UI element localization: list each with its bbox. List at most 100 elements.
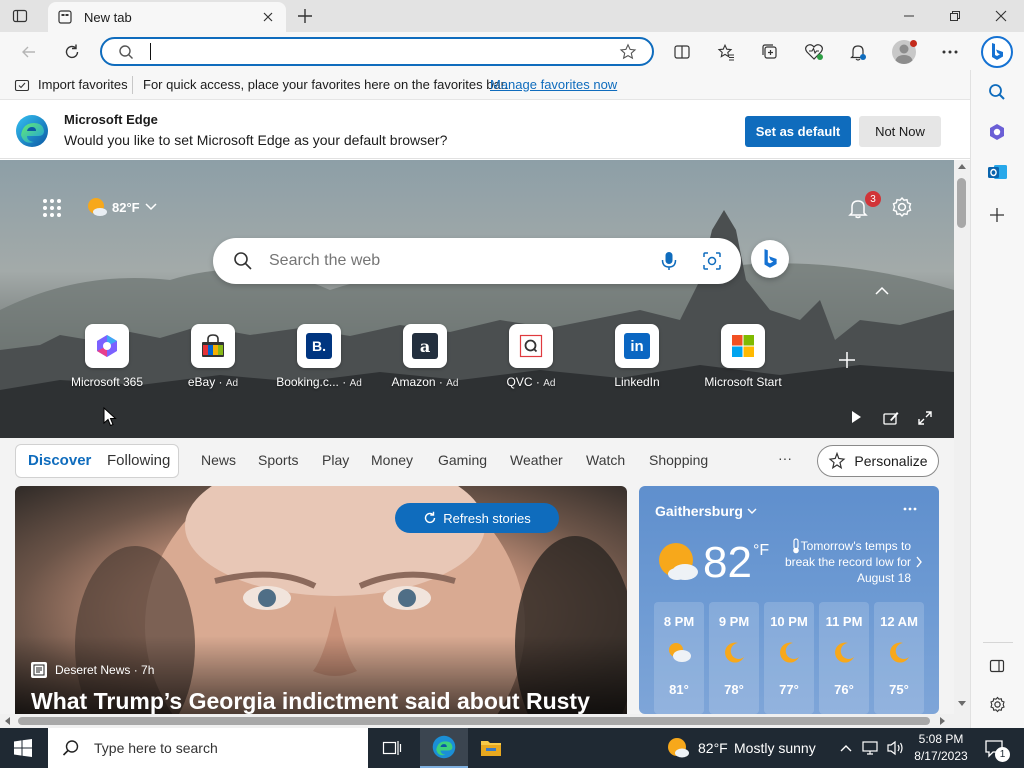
show-hidden-icons-chevron[interactable]	[839, 743, 853, 753]
quick-link-qvc[interactable]: QVC · Ad	[478, 324, 584, 396]
tab-money[interactable]: Money	[371, 452, 413, 468]
hourly-forecast-item[interactable]: 11 PM 76°	[819, 602, 869, 714]
collapse-chevron-icon[interactable]	[874, 286, 890, 296]
manage-favorites-link[interactable]: Manage favorites now	[490, 77, 617, 92]
hourly-forecast-item[interactable]: 8 PM 81°	[654, 602, 704, 714]
taskbar-clock-time[interactable]: 5:08 PM	[914, 732, 968, 746]
refresh-stories-button[interactable]: Refresh stories	[395, 503, 559, 533]
vertical-scrollbar[interactable]	[954, 160, 970, 714]
quick-link-label: LinkedIn	[614, 375, 660, 389]
close-window-button[interactable]	[978, 0, 1024, 32]
sidebar-settings-icon[interactable]	[989, 696, 1006, 713]
tab-discover[interactable]: Discover	[28, 452, 91, 469]
scroll-left-arrow-icon[interactable]	[4, 717, 10, 725]
edit-background-icon[interactable]	[883, 410, 899, 426]
sidebar-search-icon[interactable]	[988, 83, 1006, 101]
tab-following[interactable]: Following	[107, 452, 170, 469]
task-view-icon[interactable]	[382, 738, 402, 758]
set-default-button[interactable]: Set as default	[745, 116, 851, 147]
tab-play[interactable]: Play	[322, 452, 349, 468]
weather-more-icon[interactable]	[903, 507, 917, 511]
weather-chip[interactable]: 82°F	[86, 196, 158, 218]
quick-link-microsoft-start[interactable]: Microsoft Start	[690, 324, 796, 396]
hero-story-card[interactable]: Refresh stories Deseret News · 7h What T…	[15, 486, 627, 714]
browser-essentials-icon[interactable]	[799, 39, 829, 65]
tab-sports[interactable]: Sports	[258, 452, 298, 468]
location-chevron-icon[interactable]	[747, 507, 757, 515]
network-icon[interactable]	[862, 740, 880, 756]
horizontal-scrollbar[interactable]	[0, 714, 970, 728]
scroll-down-arrow-icon[interactable]	[958, 701, 966, 707]
close-tab-icon[interactable]	[262, 11, 274, 23]
tab-watch[interactable]: Watch	[586, 452, 625, 468]
taskbar-search-box[interactable]: Type here to search	[48, 728, 368, 768]
tab-actions-icon[interactable]	[12, 8, 28, 24]
split-screen-icon[interactable]	[667, 39, 697, 65]
not-now-button[interactable]: Not Now	[859, 116, 941, 147]
scroll-up-arrow-icon[interactable]	[958, 163, 966, 169]
notifications-icon[interactable]	[843, 39, 873, 65]
quick-link-linkedin[interactable]: in LinkedIn	[584, 324, 690, 396]
edge-logo-icon	[15, 114, 49, 148]
fullscreen-icon[interactable]	[917, 410, 933, 426]
taskbar-edge-app[interactable]	[420, 728, 468, 768]
refresh-button[interactable]	[57, 39, 87, 65]
taskbar-weather-condition[interactable]: Mostly sunny	[734, 740, 816, 756]
tab-news[interactable]: News	[201, 452, 236, 468]
more-options-icon[interactable]	[935, 39, 965, 65]
scroll-right-arrow-icon[interactable]	[940, 717, 946, 725]
bing-button[interactable]	[751, 240, 789, 278]
vertical-scroll-thumb[interactable]	[957, 178, 966, 228]
visual-search-icon[interactable]	[702, 251, 722, 271]
sidebar-outlook-icon[interactable]	[988, 163, 1008, 181]
quick-link-ebay[interactable]: eBay · Ad	[160, 324, 266, 396]
horizontal-scroll-thumb[interactable]	[18, 717, 930, 725]
quick-link-microsoft-365[interactable]: Microsoft 365	[54, 324, 160, 396]
taskbar-clock-date[interactable]: 8/17/2023	[910, 749, 972, 763]
new-tab-button[interactable]	[296, 7, 314, 25]
collections-icon[interactable]	[755, 39, 785, 65]
web-search-box[interactable]	[213, 238, 741, 284]
favorite-star-icon[interactable]	[619, 43, 637, 61]
tab-new-tab[interactable]: New tab	[48, 2, 286, 32]
address-bar[interactable]	[100, 37, 654, 66]
page-settings-icon[interactable]	[891, 196, 913, 218]
windows-start-icon[interactable]	[14, 739, 32, 757]
story-headline[interactable]: What Trump’s Georgia indictment said abo…	[31, 688, 590, 714]
default-browser-prompt: Microsoft Edge Would you like to set Mic…	[0, 101, 970, 159]
bing-chat-button[interactable]	[981, 36, 1013, 68]
weather-card[interactable]: Gaithersburg 82 °F Tomorrow's temps to b…	[639, 486, 939, 714]
file-explorer-icon[interactable]	[480, 738, 502, 758]
tab-weather[interactable]: Weather	[510, 452, 563, 468]
forecast-time: 10 PM	[770, 614, 808, 629]
tab-gaming[interactable]: Gaming	[438, 452, 487, 468]
microphone-icon[interactable]	[659, 250, 679, 272]
quick-link-amazon[interactable]: a Amazon · Ad	[372, 324, 478, 396]
play-background-icon[interactable]	[849, 410, 863, 424]
taskbar-weather-temp[interactable]: 82°F	[698, 740, 728, 756]
hourly-forecast-item[interactable]: 12 AM 75°	[874, 602, 924, 714]
personalize-button[interactable]: Personalize	[817, 445, 939, 477]
quick-link-booking[interactable]: B. Booking.c... · Ad	[266, 324, 372, 396]
back-button[interactable]	[14, 39, 44, 65]
sidebar-copilot-icon[interactable]	[988, 123, 1006, 141]
tab-shopping[interactable]: Shopping	[649, 452, 708, 468]
hourly-forecast-item[interactable]: 9 PM 78°	[709, 602, 759, 714]
import-favorites-link[interactable]: Import favorites	[38, 77, 128, 92]
minimize-button[interactable]	[886, 0, 932, 32]
taskbar-weather-icon[interactable]	[667, 737, 689, 759]
weather-location[interactable]: Gaithersburg	[655, 503, 743, 519]
hourly-forecast-item[interactable]: 10 PM 77°	[764, 602, 814, 714]
web-search-input[interactable]	[269, 251, 629, 271]
add-shortcut-icon[interactable]	[838, 351, 856, 369]
sidebar-add-icon[interactable]	[989, 207, 1005, 223]
apps-grid-icon[interactable]	[42, 198, 62, 218]
hide-sidebar-icon[interactable]	[989, 658, 1005, 674]
weather-note[interactable]: Tomorrow's temps to break the record low…	[779, 538, 911, 586]
favorites-icon[interactable]	[711, 39, 741, 65]
volume-icon[interactable]	[886, 740, 904, 756]
feed-more-button[interactable]: ···	[778, 450, 792, 466]
address-input[interactable]	[148, 43, 608, 61]
restore-button[interactable]	[932, 0, 978, 32]
weather-note-chevron-icon[interactable]	[915, 556, 923, 568]
